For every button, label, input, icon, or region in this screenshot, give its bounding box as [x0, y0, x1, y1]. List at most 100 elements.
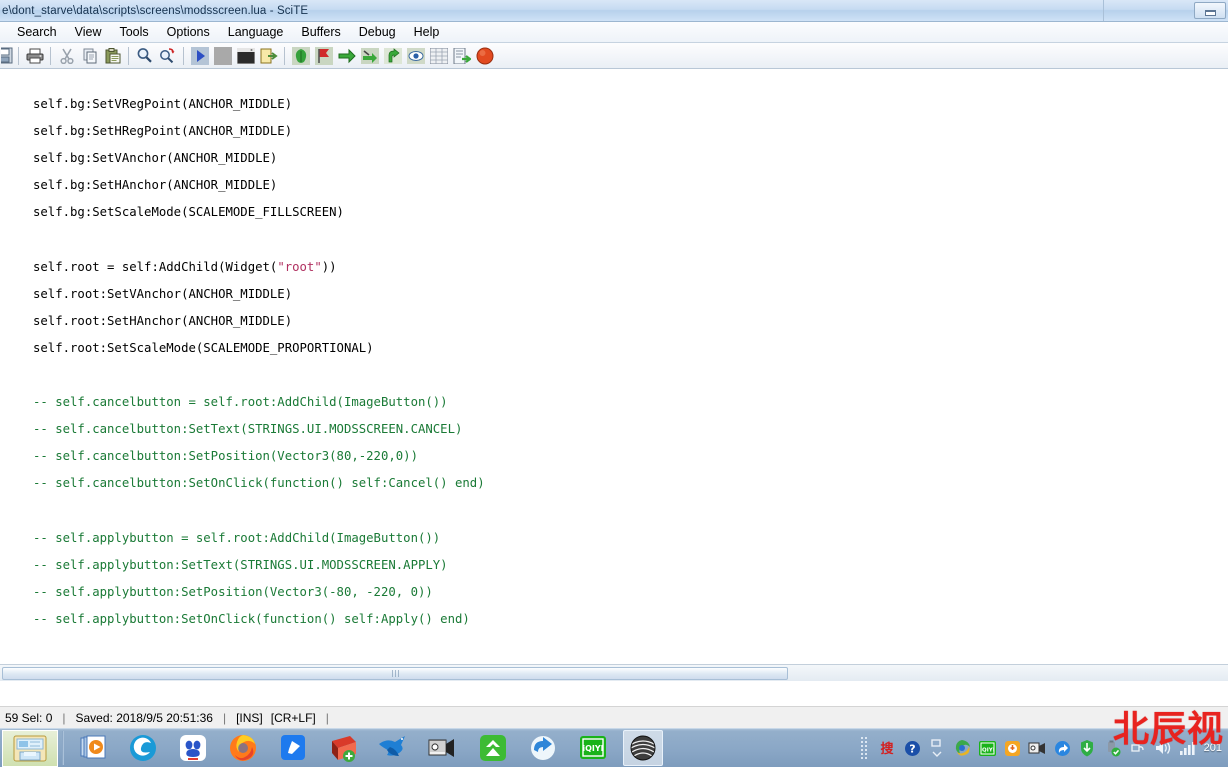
clock[interactable]: 201	[1204, 742, 1222, 754]
flag-icon[interactable]	[313, 45, 334, 66]
toolbar-divider	[128, 46, 129, 65]
code-line-comment: -- self.applybutton:SetText(STRINGS.UI.M…	[33, 557, 448, 572]
code-content[interactable]: self.bg:SetVRegPoint(ANCHOR_MIDDLE) self…	[0, 71, 1228, 681]
leaf-icon[interactable]	[290, 45, 311, 66]
record-stop-icon[interactable]	[474, 45, 495, 66]
usb-tray-icon[interactable]	[1102, 737, 1123, 759]
code-editor[interactable]: self.bg:SetVRegPoint(ANCHOR_MIDDLE) self…	[0, 69, 1228, 681]
notepad-plus-icon[interactable]	[323, 730, 363, 766]
shield-tray-icon[interactable]	[1077, 737, 1098, 759]
code-line-comment: -- self.cancelbutton = self.root:AddChil…	[33, 395, 448, 410]
toolbar-divider	[183, 46, 184, 65]
file-explorer-icon[interactable]	[2, 729, 58, 767]
print-icon[interactable]	[24, 45, 45, 66]
code-line: self.root:SetScaleMode(SCALEMODE_PROPORT…	[33, 340, 374, 355]
code-line: self.root:SetHAnchor(ANCHOR_MIDDLE)	[33, 313, 293, 328]
menu-search[interactable]: Search	[8, 23, 66, 41]
menu-options[interactable]: Options	[158, 23, 219, 41]
firefox-icon[interactable]	[223, 730, 263, 766]
network-icon[interactable]	[1177, 737, 1198, 759]
tray-handle[interactable]	[859, 736, 869, 760]
svg-text:?: ?	[909, 742, 915, 755]
horizontal-scrollbar[interactable]	[0, 664, 1228, 681]
menu-bar: Search View Tools Options Language Buffe…	[0, 22, 1228, 43]
baidu-netdisk-icon[interactable]	[173, 730, 213, 766]
sticky-note-icon[interactable]	[273, 730, 313, 766]
window-controls	[1194, 2, 1226, 19]
chinese-input-icon[interactable]: 搜	[877, 737, 898, 759]
scrollbar-thumb[interactable]	[2, 667, 788, 680]
menu-buffers[interactable]: Buffers	[292, 23, 349, 41]
system-tray: 搜 ? iQIYI 201	[859, 729, 1228, 767]
grid-icon[interactable]	[428, 45, 449, 66]
green-folder-icon[interactable]	[473, 730, 513, 766]
save-icon[interactable]	[1, 45, 13, 66]
export-icon[interactable]	[258, 45, 279, 66]
taskbar-divider	[62, 731, 64, 765]
status-separator: |	[62, 710, 66, 725]
menu-help[interactable]: Help	[405, 23, 449, 41]
svg-text:iQIYI: iQIYI	[980, 747, 995, 753]
overflow-icon[interactable]	[927, 737, 948, 759]
eol-mode: [CR+LF]	[270, 710, 316, 725]
edge-browser-icon[interactable]	[123, 730, 163, 766]
code-line: self.bg:SetScaleMode(SCALEMODE_FILLSCREE…	[33, 205, 344, 220]
menu-tools[interactable]: Tools	[110, 23, 157, 41]
svg-text:搜: 搜	[881, 741, 895, 757]
replace-icon[interactable]	[157, 45, 178, 66]
cut-icon[interactable]	[56, 45, 77, 66]
code-line-comment: -- self.cancelbutton:SetOnClick(function…	[33, 476, 485, 491]
console-icon[interactable]	[235, 45, 256, 66]
menu-view[interactable]: View	[66, 23, 111, 41]
recorder-tray-icon[interactable]	[1027, 737, 1048, 759]
copy-icon[interactable]	[79, 45, 100, 66]
status-separator: |	[222, 710, 227, 725]
cloud-tray-icon[interactable]	[1052, 737, 1073, 759]
saved-timestamp: Saved: 2018/9/5 20:51:36	[75, 710, 213, 725]
paste-icon[interactable]	[102, 45, 123, 66]
security-icon[interactable]	[1002, 737, 1023, 759]
code-line-comment: -- self.applybutton:SetPosition(Vector3(…	[33, 584, 433, 599]
stop-icon[interactable]	[212, 45, 233, 66]
code-line-comment: -- self.cancelbutton:SetPosition(Vector3…	[33, 449, 418, 464]
insert-mode: [INS]	[236, 710, 263, 725]
document-go-icon[interactable]	[451, 45, 472, 66]
menu-language[interactable]: Language	[219, 23, 293, 41]
action-center-icon[interactable]	[1127, 737, 1148, 759]
code-line: self.root = self:AddChild(Widget("root")…	[33, 259, 337, 274]
compile-icon[interactable]	[359, 45, 380, 66]
media-player-icon[interactable]	[73, 730, 113, 766]
iqiyi-icon[interactable]: iQIYI	[573, 730, 613, 766]
status-separator: |	[325, 710, 329, 725]
toolbar	[0, 43, 1228, 69]
volume-icon[interactable]	[1152, 737, 1173, 759]
scrollbar-grip	[391, 670, 399, 677]
blue-arrow-icon[interactable]	[523, 730, 563, 766]
code-line: self.bg:SetHAnchor(ANCHOR_MIDDLE)	[33, 178, 278, 193]
window-title: e\dont_starve\data\scripts\screens\modss…	[2, 4, 309, 17]
bluebird-icon[interactable]	[373, 730, 413, 766]
iqiyi-tray-icon[interactable]: iQIYI	[977, 737, 998, 759]
title-bar[interactable]: e\dont_starve\data\scripts\screens\modss…	[0, 0, 1228, 22]
run-icon[interactable]	[189, 45, 210, 66]
maps-icon[interactable]	[952, 737, 973, 759]
screen-recorder-icon[interactable]	[423, 730, 463, 766]
toolbar-divider	[284, 46, 285, 65]
menu-debug[interactable]: Debug	[350, 23, 405, 41]
minimize-button[interactable]	[1194, 2, 1226, 19]
scite-icon[interactable]	[623, 730, 663, 766]
caret-position: 59 Sel: 0	[5, 710, 53, 725]
titlebar-divider	[1103, 0, 1104, 21]
code-line-comment: -- self.cancelbutton:SetText(STRINGS.UI.…	[33, 422, 463, 437]
toolbar-divider	[50, 46, 51, 65]
svg-text:iQIYI: iQIYI	[582, 744, 603, 753]
arrow-right-icon[interactable]	[336, 45, 357, 66]
toolbar-divider	[18, 46, 19, 65]
find-icon[interactable]	[134, 45, 155, 66]
code-line-comment: -- self.applybutton = self.root:AddChild…	[33, 530, 441, 545]
help-icon[interactable]: ?	[902, 737, 923, 759]
go-icon[interactable]	[382, 45, 403, 66]
eye-icon[interactable]	[405, 45, 426, 66]
